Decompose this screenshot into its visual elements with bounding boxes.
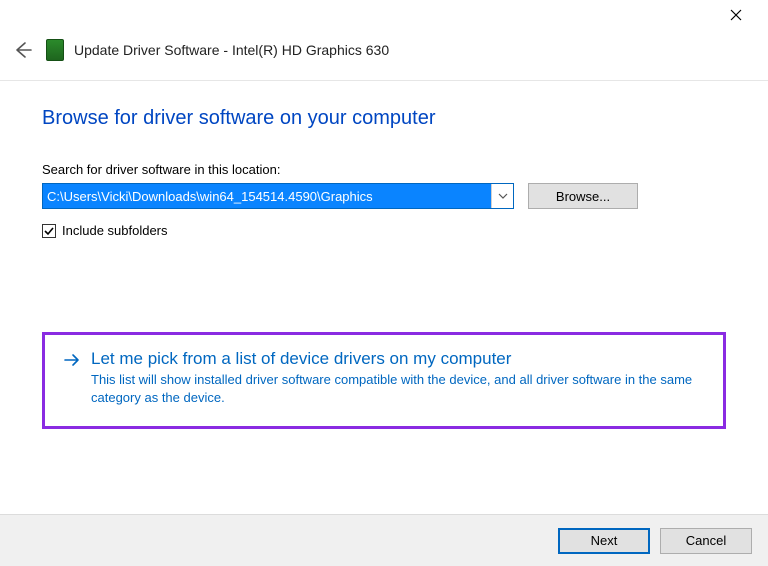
option-description: This list will show installed driver sof… xyxy=(91,371,705,406)
include-subfolders-row: Include subfolders xyxy=(42,223,726,238)
pick-from-list-link[interactable]: Let me pick from a list of device driver… xyxy=(63,349,705,406)
next-button[interactable]: Next xyxy=(558,528,650,554)
close-icon xyxy=(730,9,742,21)
cancel-button[interactable]: Cancel xyxy=(660,528,752,554)
checkmark-icon xyxy=(44,226,54,236)
dialog-content: Browse for driver software on your compu… xyxy=(0,81,768,429)
highlighted-option-box: Let me pick from a list of device driver… xyxy=(42,332,726,429)
option-text: Let me pick from a list of device driver… xyxy=(91,349,705,406)
include-subfolders-checkbox[interactable] xyxy=(42,224,56,238)
path-dropdown-button[interactable] xyxy=(491,184,513,208)
device-icon xyxy=(46,39,64,61)
option-title: Let me pick from a list of device driver… xyxy=(91,349,705,369)
page-heading: Browse for driver software on your compu… xyxy=(42,107,726,130)
path-combobox[interactable] xyxy=(42,183,514,209)
titlebar xyxy=(0,0,768,30)
path-input[interactable] xyxy=(43,184,491,208)
dialog-header: Update Driver Software - Intel(R) HD Gra… xyxy=(0,30,768,81)
dialog-footer: Next Cancel xyxy=(0,514,768,566)
close-button[interactable] xyxy=(716,1,756,29)
back-button[interactable] xyxy=(8,36,36,64)
browse-button[interactable]: Browse... xyxy=(528,183,638,209)
search-location-label: Search for driver software in this locat… xyxy=(42,162,726,177)
back-arrow-icon xyxy=(11,39,33,61)
dialog-title: Update Driver Software - Intel(R) HD Gra… xyxy=(74,42,389,58)
path-row: Browse... xyxy=(42,183,726,209)
arrow-right-icon xyxy=(63,351,81,372)
chevron-down-icon xyxy=(498,193,508,199)
include-subfolders-label: Include subfolders xyxy=(62,223,168,238)
